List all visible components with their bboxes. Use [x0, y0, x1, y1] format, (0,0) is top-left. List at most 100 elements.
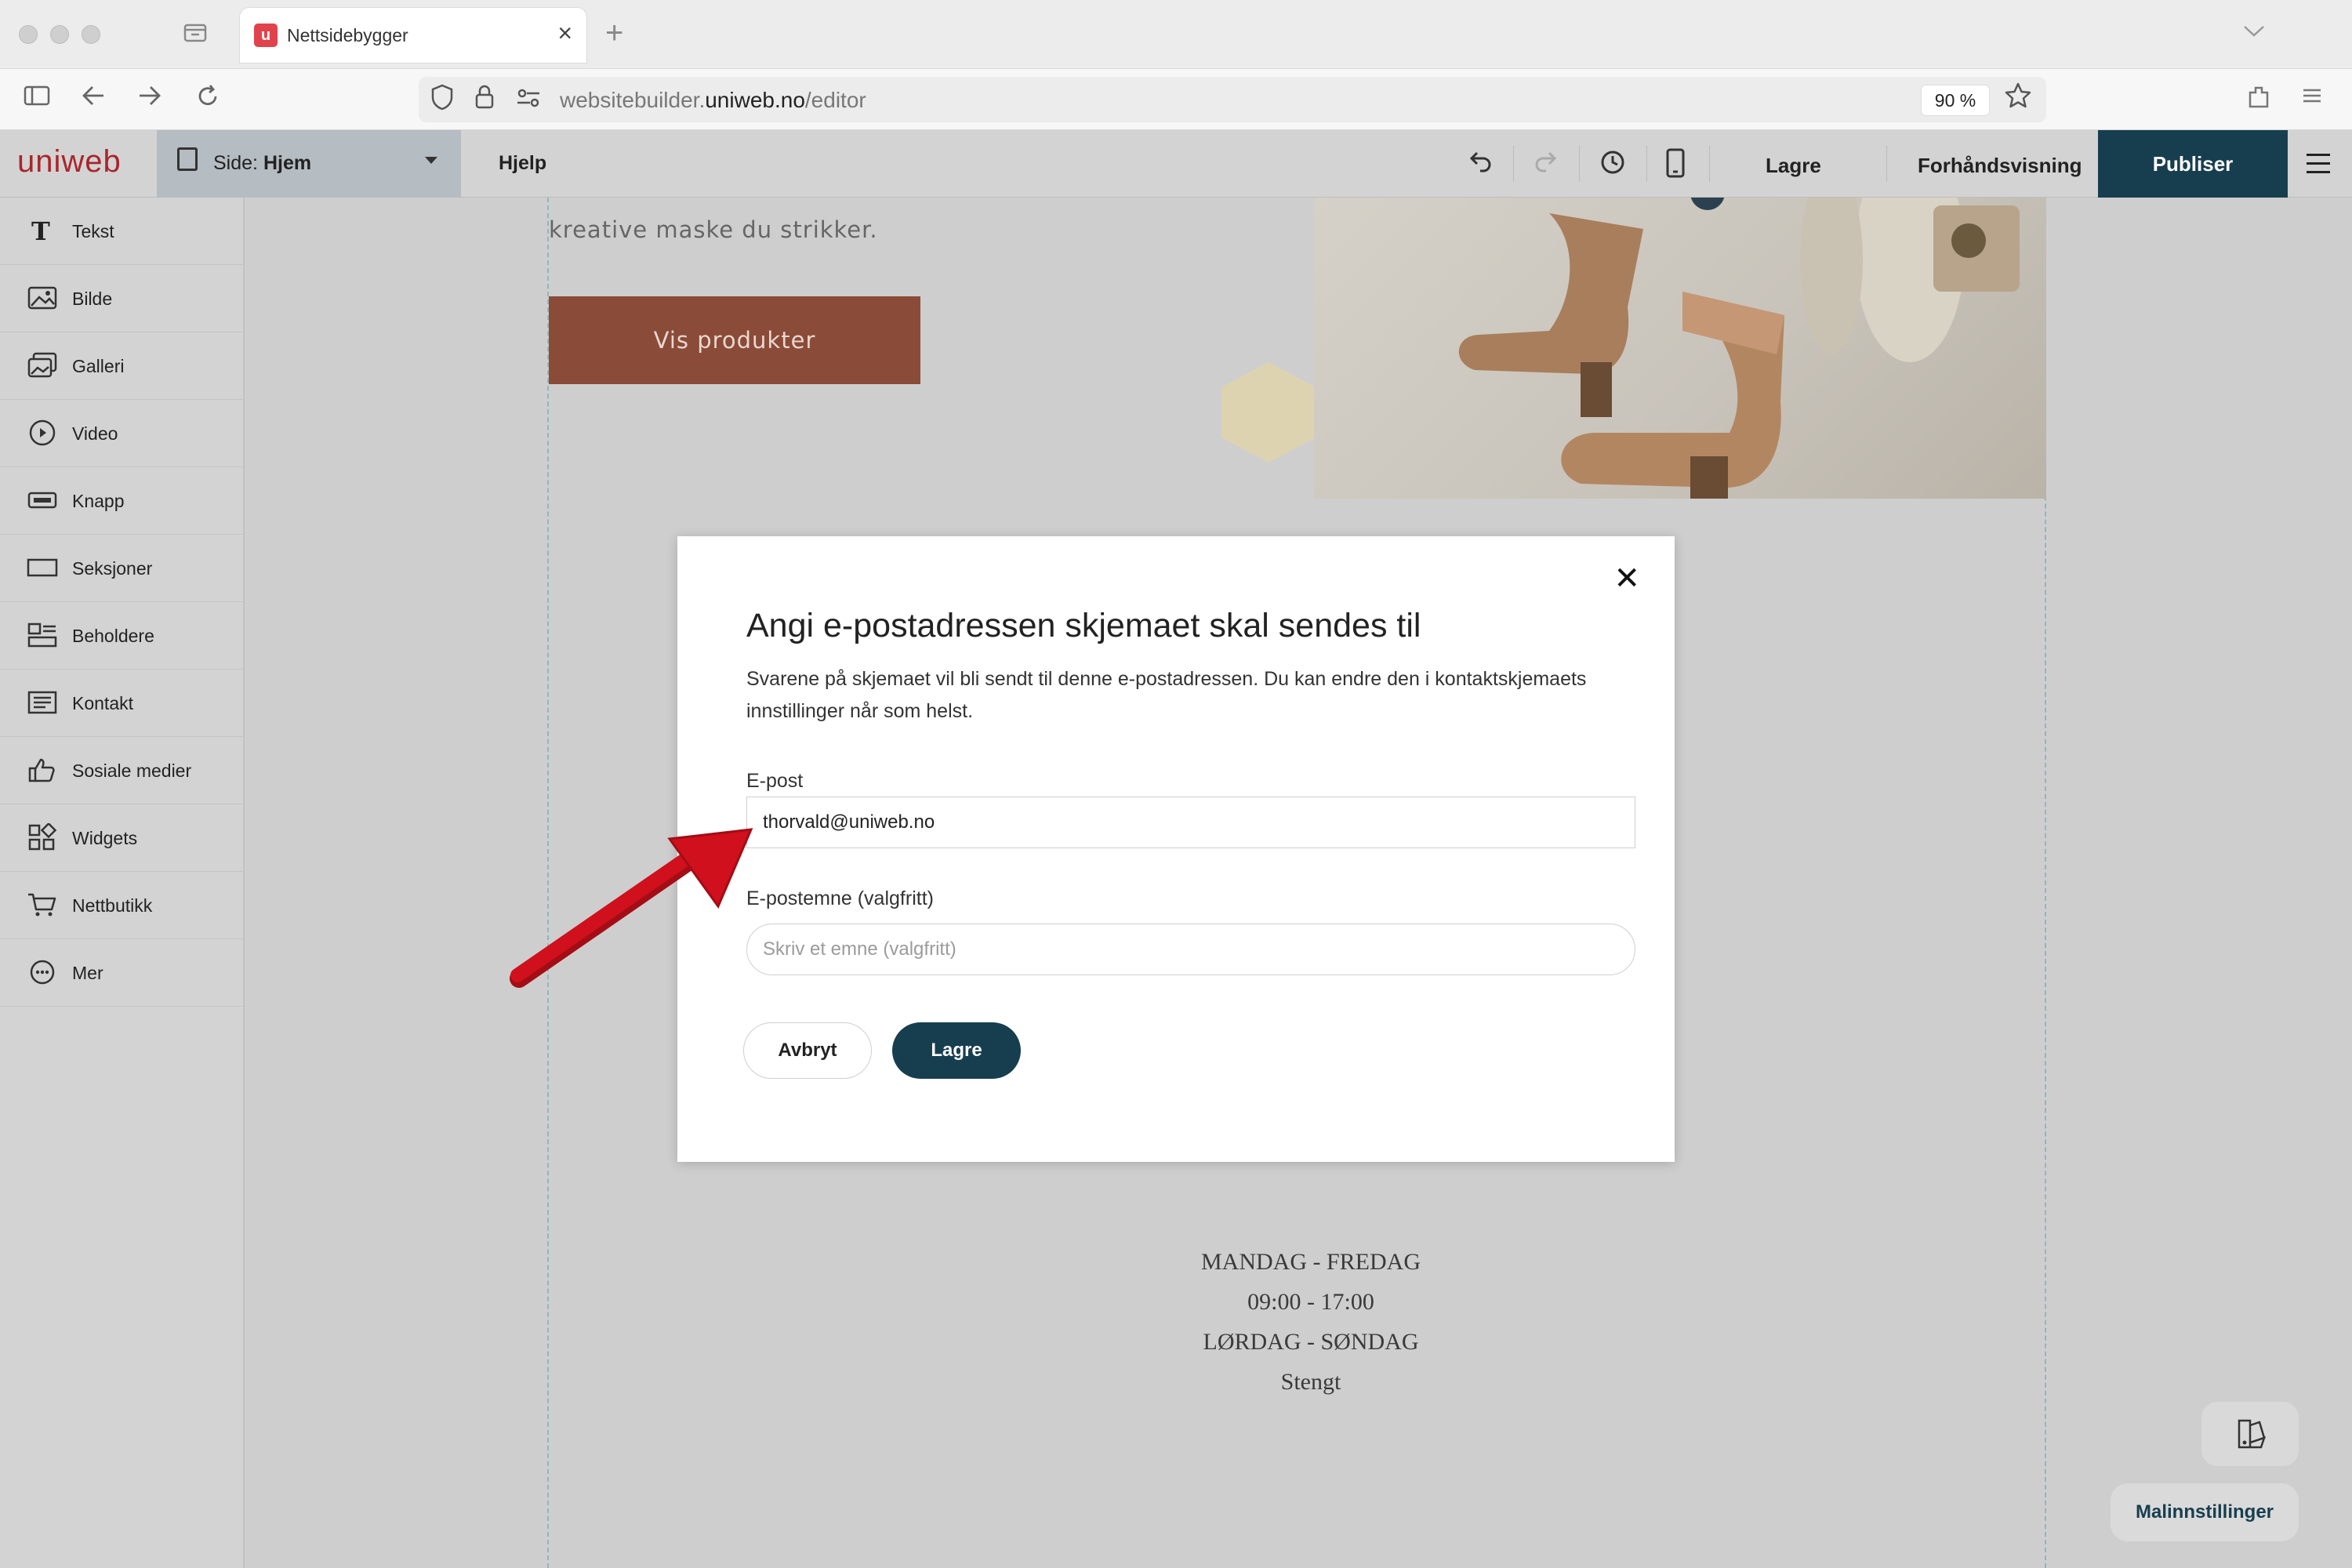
window-minimize-dot[interactable] [50, 25, 69, 44]
close-icon[interactable]: ✕ [1613, 563, 1640, 594]
pages-icon [177, 147, 198, 171]
show-products-button[interactable]: Vis produkter [549, 296, 920, 384]
toolbar-divider [1709, 146, 1710, 182]
url-text[interactable]: websitebuilder.uniweb.no/editor [560, 88, 866, 113]
redo-icon[interactable] [1532, 147, 1562, 183]
toolbar-divider [1646, 146, 1647, 182]
more-icon [27, 958, 58, 986]
hero-paragraph[interactable]: kreative maske du strikker. [549, 216, 878, 243]
email-label: E-post [746, 770, 804, 792]
sidebar-toggle-icon[interactable] [24, 83, 50, 114]
sidebar-item-label: Widgets [72, 828, 138, 848]
caret-down-icon [425, 157, 437, 164]
palette-icon [2238, 1419, 2266, 1449]
preview-button[interactable]: Forhåndsvisning [1918, 154, 2082, 178]
toolbar-divider [1886, 146, 1887, 182]
hours-weekday-title: MANDAG - FREDAG [1200, 1249, 1421, 1275]
site-settings-icon[interactable] [516, 86, 541, 116]
sidebar-item-more[interactable]: Mer [0, 939, 243, 1007]
reload-icon[interactable] [194, 83, 221, 117]
forward-icon[interactable] [136, 83, 163, 114]
sections-icon [27, 554, 58, 582]
window-close-dot[interactable] [19, 25, 38, 44]
chevron-down-icon[interactable] [2242, 19, 2266, 45]
sidebar-item-webshop[interactable]: Nettbutikk [0, 872, 243, 939]
sidebar-item-image[interactable]: Bilde [0, 265, 243, 332]
cancel-button[interactable]: Avbryt [743, 1022, 872, 1079]
sidebar-item-label: Kontakt [72, 693, 133, 713]
window-zoom-dot[interactable] [82, 25, 100, 44]
browser-tab-bar: u Nettsidebygger × + [0, 0, 2352, 69]
toolbar-divider [1579, 146, 1580, 182]
svg-text:T: T [31, 216, 50, 245]
sidebar-item-label: Sosiale medier [72, 760, 192, 781]
sidebar-item-label: Mer [72, 963, 103, 983]
uniweb-logo[interactable]: uniweb [17, 144, 122, 180]
template-settings-button[interactable]: Malinnstillinger [2111, 1483, 2299, 1541]
sidebar-item-label: Seksjoner [72, 558, 153, 579]
bookmark-star-icon[interactable] [2004, 82, 2032, 117]
boots-photo[interactable] [1314, 198, 2046, 499]
hours-weekend-time: Stengt [1280, 1369, 1341, 1395]
save-dialog-button[interactable]: Lagre [892, 1022, 1021, 1079]
sidebar-item-label: Knapp [72, 491, 125, 511]
hamburger-menu-icon[interactable] [2307, 154, 2330, 180]
thumbs-up-icon [27, 756, 58, 784]
publish-button[interactable]: Publiser [2098, 130, 2288, 198]
tab-title: Nettsidebygger [287, 25, 408, 45]
history-icon[interactable] [1598, 147, 1628, 183]
back-icon[interactable] [80, 83, 107, 114]
sidebar-item-social-media[interactable]: Sosiale medier [0, 737, 243, 804]
zoom-level[interactable]: 90 % [1921, 85, 1990, 116]
design-settings-button[interactable] [2201, 1402, 2299, 1466]
sidebar-item-text[interactable]: T Tekst [0, 198, 243, 265]
tab-overview-icon[interactable] [182, 19, 209, 53]
save-button[interactable]: Lagre [1766, 154, 1821, 178]
widgets-icon [27, 822, 58, 851]
sidebar-item-button[interactable]: Knapp [0, 467, 243, 535]
toolbar-divider [1513, 146, 1514, 182]
hours-weekend-title: LØRDAG - SØNDAG [1203, 1329, 1419, 1355]
sidebar-item-label: Video [72, 423, 118, 444]
shield-icon[interactable] [430, 83, 455, 118]
page-selector[interactable]: Side: Hjem [157, 130, 461, 198]
decorative-hexagon [1221, 362, 1316, 463]
subject-label: E-postemne (valgfritt) [746, 887, 934, 909]
new-tab-icon[interactable]: + [605, 16, 623, 50]
app-menu-icon[interactable] [2299, 83, 2325, 114]
sidebar-item-label: Beholdere [72, 626, 154, 646]
image-icon [27, 284, 58, 312]
video-icon [27, 419, 58, 447]
browser-nav-bar: websitebuilder.uniweb.no/editor 90 % [0, 69, 2352, 130]
email-recipient-dialog: ✕ Angi e-postadressen skjemaet skal send… [677, 536, 1675, 1162]
tab-close-icon[interactable]: × [557, 19, 572, 47]
lock-icon[interactable] [474, 83, 495, 118]
mobile-view-icon[interactable] [1664, 147, 1687, 185]
sidebar-item-label: Tekst [72, 221, 114, 241]
sidebar-item-video[interactable]: Video [0, 400, 243, 467]
address-bar[interactable]: websitebuilder.uniweb.no/editor 90 % [419, 77, 2046, 122]
contact-icon [27, 688, 58, 717]
hours-weekday-time: 09:00 - 17:00 [1247, 1289, 1374, 1315]
page-selector-label: Side: Hjem [213, 152, 312, 174]
sidebar-item-contact[interactable]: Kontakt [0, 670, 243, 737]
sidebar-item-containers[interactable]: Beholdere [0, 602, 243, 670]
sidebar-item-label: Bilde [72, 289, 113, 309]
dialog-description: Svarene på skjemaet vil bli sendt til de… [746, 668, 1587, 722]
sidebar-item-sections[interactable]: Seksjoner [0, 535, 243, 602]
cart-icon [27, 891, 58, 919]
annotation-arrow [510, 828, 753, 988]
sidebar-item-widgets[interactable]: Widgets [0, 804, 243, 872]
help-menu[interactable]: Hjelp [499, 152, 546, 175]
button-icon [27, 486, 58, 514]
email-field[interactable] [746, 797, 1635, 848]
element-sidebar: T Tekst Bilde Galleri Video Knapp Seksjo… [0, 198, 245, 1568]
editor-toolbar: uniweb Side: Hjem Hjelp Lagre Forhåndsvi… [0, 130, 2352, 198]
extensions-icon[interactable] [2245, 83, 2272, 117]
browser-tab[interactable]: u Nettsidebygger × [240, 8, 586, 63]
gallery-icon [27, 351, 58, 379]
undo-icon[interactable] [1465, 147, 1494, 183]
sidebar-item-gallery[interactable]: Galleri [0, 332, 243, 400]
text-icon: T [27, 216, 58, 246]
subject-input[interactable] [746, 924, 1635, 975]
